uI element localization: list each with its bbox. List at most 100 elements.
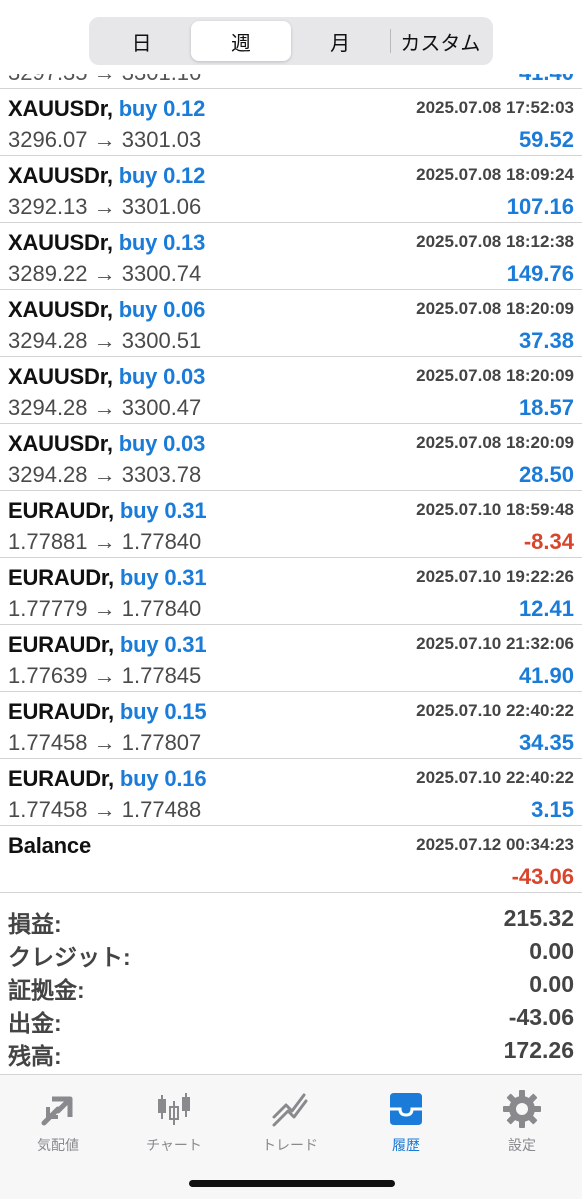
summary-row-credit: クレジット: 0.00 [0, 936, 582, 970]
trade-line-icon [272, 1093, 308, 1127]
period-selector-bar: 日 週 月 カスタム [0, 0, 582, 74]
deal-prices: 3294.28 → 3300.47 [8, 395, 202, 420]
summary-row-profit: 損益: 215.32 [0, 903, 582, 937]
tab-label: 設定 [508, 1137, 536, 1153]
deal-history-list[interactable]: 3297.35 → 3301.16 41.40 XAUUSDr, buy 0.1… [0, 56, 582, 893]
deal-symbol: EURAUDr, buy 0.16 [8, 766, 207, 791]
deal-prices: 1.77779 → 1.77840 [8, 596, 202, 621]
candlestick-chart-icon [158, 1093, 190, 1125]
deal-row[interactable]: XAUUSDr, buy 0.12 2025.07.08 17:52:03 32… [0, 89, 582, 156]
deal-symbol: EURAUDr, buy 0.31 [8, 498, 207, 523]
deal-symbol: XAUUSDr, buy 0.06 [8, 297, 206, 322]
deal-row[interactable]: EURAUDr, buy 0.31 2025.07.10 19:22:26 1.… [0, 558, 582, 625]
home-indicator [189, 1180, 395, 1187]
deal-prices: 1.77639 → 1.77845 [8, 663, 202, 688]
balance-label: Balance [8, 833, 91, 858]
deal-profit: 37.38 [518, 328, 574, 353]
balance-time: 2025.07.12 00:34:23 [416, 835, 574, 854]
settings-gear-icon [503, 1090, 541, 1128]
deal-symbol: XAUUSDr, buy 0.03 [8, 431, 206, 456]
history-inbox-icon [390, 1093, 422, 1125]
deal-row[interactable]: EURAUDr, buy 0.16 2025.07.10 22:40:22 1.… [0, 759, 582, 826]
deal-row[interactable]: XAUUSDr, buy 0.12 2025.07.08 18:09:24 32… [0, 156, 582, 223]
summary-value: 0.00 [529, 971, 574, 997]
deal-prices: 1.77458 → 1.77488 [8, 797, 202, 822]
deal-prices: 3296.07 → 3301.03 [8, 127, 202, 152]
deal-row[interactable]: XAUUSDr, buy 0.03 2025.07.08 18:20:09 32… [0, 424, 582, 491]
deal-row[interactable]: XAUUSDr, buy 0.06 2025.07.08 18:20:09 32… [0, 290, 582, 357]
summary-row-withdrawal: 出金: -43.06 [0, 1002, 582, 1036]
deal-time: 2025.07.10 18:59:48 [416, 500, 574, 519]
deal-side: buy 0.31 [119, 632, 207, 657]
deal-time: 2025.07.08 17:52:03 [416, 98, 574, 117]
deal-time: 2025.07.08 18:20:09 [416, 366, 574, 385]
balance-amount: -43.06 [511, 864, 574, 889]
summary-label: 出金: [8, 1010, 62, 1036]
deal-prices: 1.77458 → 1.77807 [8, 730, 202, 755]
deal-profit: 12.41 [518, 596, 574, 621]
deal-side: buy 0.06 [118, 297, 206, 322]
deal-profit: 3.15 [531, 797, 574, 822]
summary-label: クレジット: [8, 944, 131, 970]
deal-profit: -8.34 [523, 529, 574, 554]
tab-chart[interactable]: チャート [116, 1081, 232, 1153]
tab-label: チャート [146, 1137, 202, 1153]
summary-row-balance: 残高: 172.26 [0, 1035, 582, 1069]
quotes-arrows-icon [41, 1096, 73, 1126]
summary-label: 証拠金: [8, 977, 85, 1003]
tab-settings[interactable]: 設定 [464, 1081, 580, 1153]
deal-symbol: XAUUSDr, buy 0.12 [8, 163, 206, 188]
summary-value: -43.06 [508, 1004, 574, 1030]
deal-side: buy 0.15 [119, 699, 207, 724]
balance-row[interactable]: Balance 2025.07.12 00:34:23 -43.06 [0, 826, 582, 893]
deal-prices: 3294.28 → 3303.78 [8, 462, 202, 487]
deal-prices: 3289.22 → 3300.74 [8, 261, 202, 286]
summary-label: 残高: [8, 1043, 62, 1069]
deal-time: 2025.07.10 22:40:22 [416, 768, 574, 787]
period-tab-week[interactable]: 週 [191, 21, 291, 61]
deal-side: buy 0.31 [119, 565, 207, 590]
summary-value: 215.32 [503, 905, 574, 931]
deal-side: buy 0.12 [118, 163, 206, 188]
deal-row[interactable]: XAUUSDr, buy 0.03 2025.07.08 18:20:09 32… [0, 357, 582, 424]
period-tab-month[interactable]: 月 [291, 21, 390, 61]
period-tab-day[interactable]: 日 [92, 21, 191, 61]
tab-label: 気配値 [37, 1137, 79, 1153]
deal-row[interactable]: EURAUDr, buy 0.15 2025.07.10 22:40:22 1.… [0, 692, 582, 759]
deal-side: buy 0.16 [119, 766, 207, 791]
deal-time: 2025.07.08 18:20:09 [416, 433, 574, 452]
deal-prices: 3294.28 → 3300.51 [8, 328, 202, 353]
deal-time: 2025.07.08 18:20:09 [416, 299, 574, 318]
deal-time: 2025.07.10 22:40:22 [416, 701, 574, 720]
tab-trade[interactable]: トレード [232, 1081, 348, 1153]
period-tab-custom[interactable]: カスタム [391, 21, 490, 61]
history-summary: 損益: 215.32 クレジット: 0.00 証拠金: 0.00 出金: -43… [0, 903, 582, 1069]
deal-symbol: XAUUSDr, buy 0.03 [8, 364, 206, 389]
deal-symbol: EURAUDr, buy 0.31 [8, 565, 207, 590]
period-segmented-control: 日 週 月 カスタム [89, 17, 493, 65]
tab-quotes[interactable]: 気配値 [0, 1081, 116, 1153]
summary-value: 172.26 [503, 1037, 574, 1063]
tab-label: 履歴 [392, 1137, 420, 1153]
deal-symbol: XAUUSDr, buy 0.13 [8, 230, 206, 255]
deal-time: 2025.07.08 18:09:24 [416, 165, 574, 184]
deal-time: 2025.07.08 18:12:38 [416, 232, 574, 251]
tab-label: トレード [262, 1137, 318, 1153]
deal-profit: 107.16 [506, 194, 574, 219]
deal-time: 2025.07.10 21:32:06 [416, 634, 574, 653]
deal-profit: 34.35 [518, 730, 574, 755]
summary-label: 損益: [8, 911, 62, 937]
deal-side: buy 0.12 [118, 96, 206, 121]
deal-side: buy 0.31 [119, 498, 207, 523]
deal-prices: 1.77881 → 1.77840 [8, 529, 202, 554]
deal-prices: 3292.13 → 3301.06 [8, 194, 202, 219]
deal-side: buy 0.03 [118, 364, 206, 389]
deal-symbol: EURAUDr, buy 0.15 [8, 699, 207, 724]
deal-profit: 149.76 [506, 261, 574, 286]
deal-symbol: EURAUDr, buy 0.31 [8, 632, 207, 657]
deal-row[interactable]: EURAUDr, buy 0.31 2025.07.10 18:59:48 1.… [0, 491, 582, 558]
deal-row[interactable]: EURAUDr, buy 0.31 2025.07.10 21:32:06 1.… [0, 625, 582, 692]
tab-history[interactable]: 履歴 [348, 1081, 464, 1153]
deal-row[interactable]: XAUUSDr, buy 0.13 2025.07.08 18:12:38 32… [0, 223, 582, 290]
summary-value: 0.00 [529, 938, 574, 964]
